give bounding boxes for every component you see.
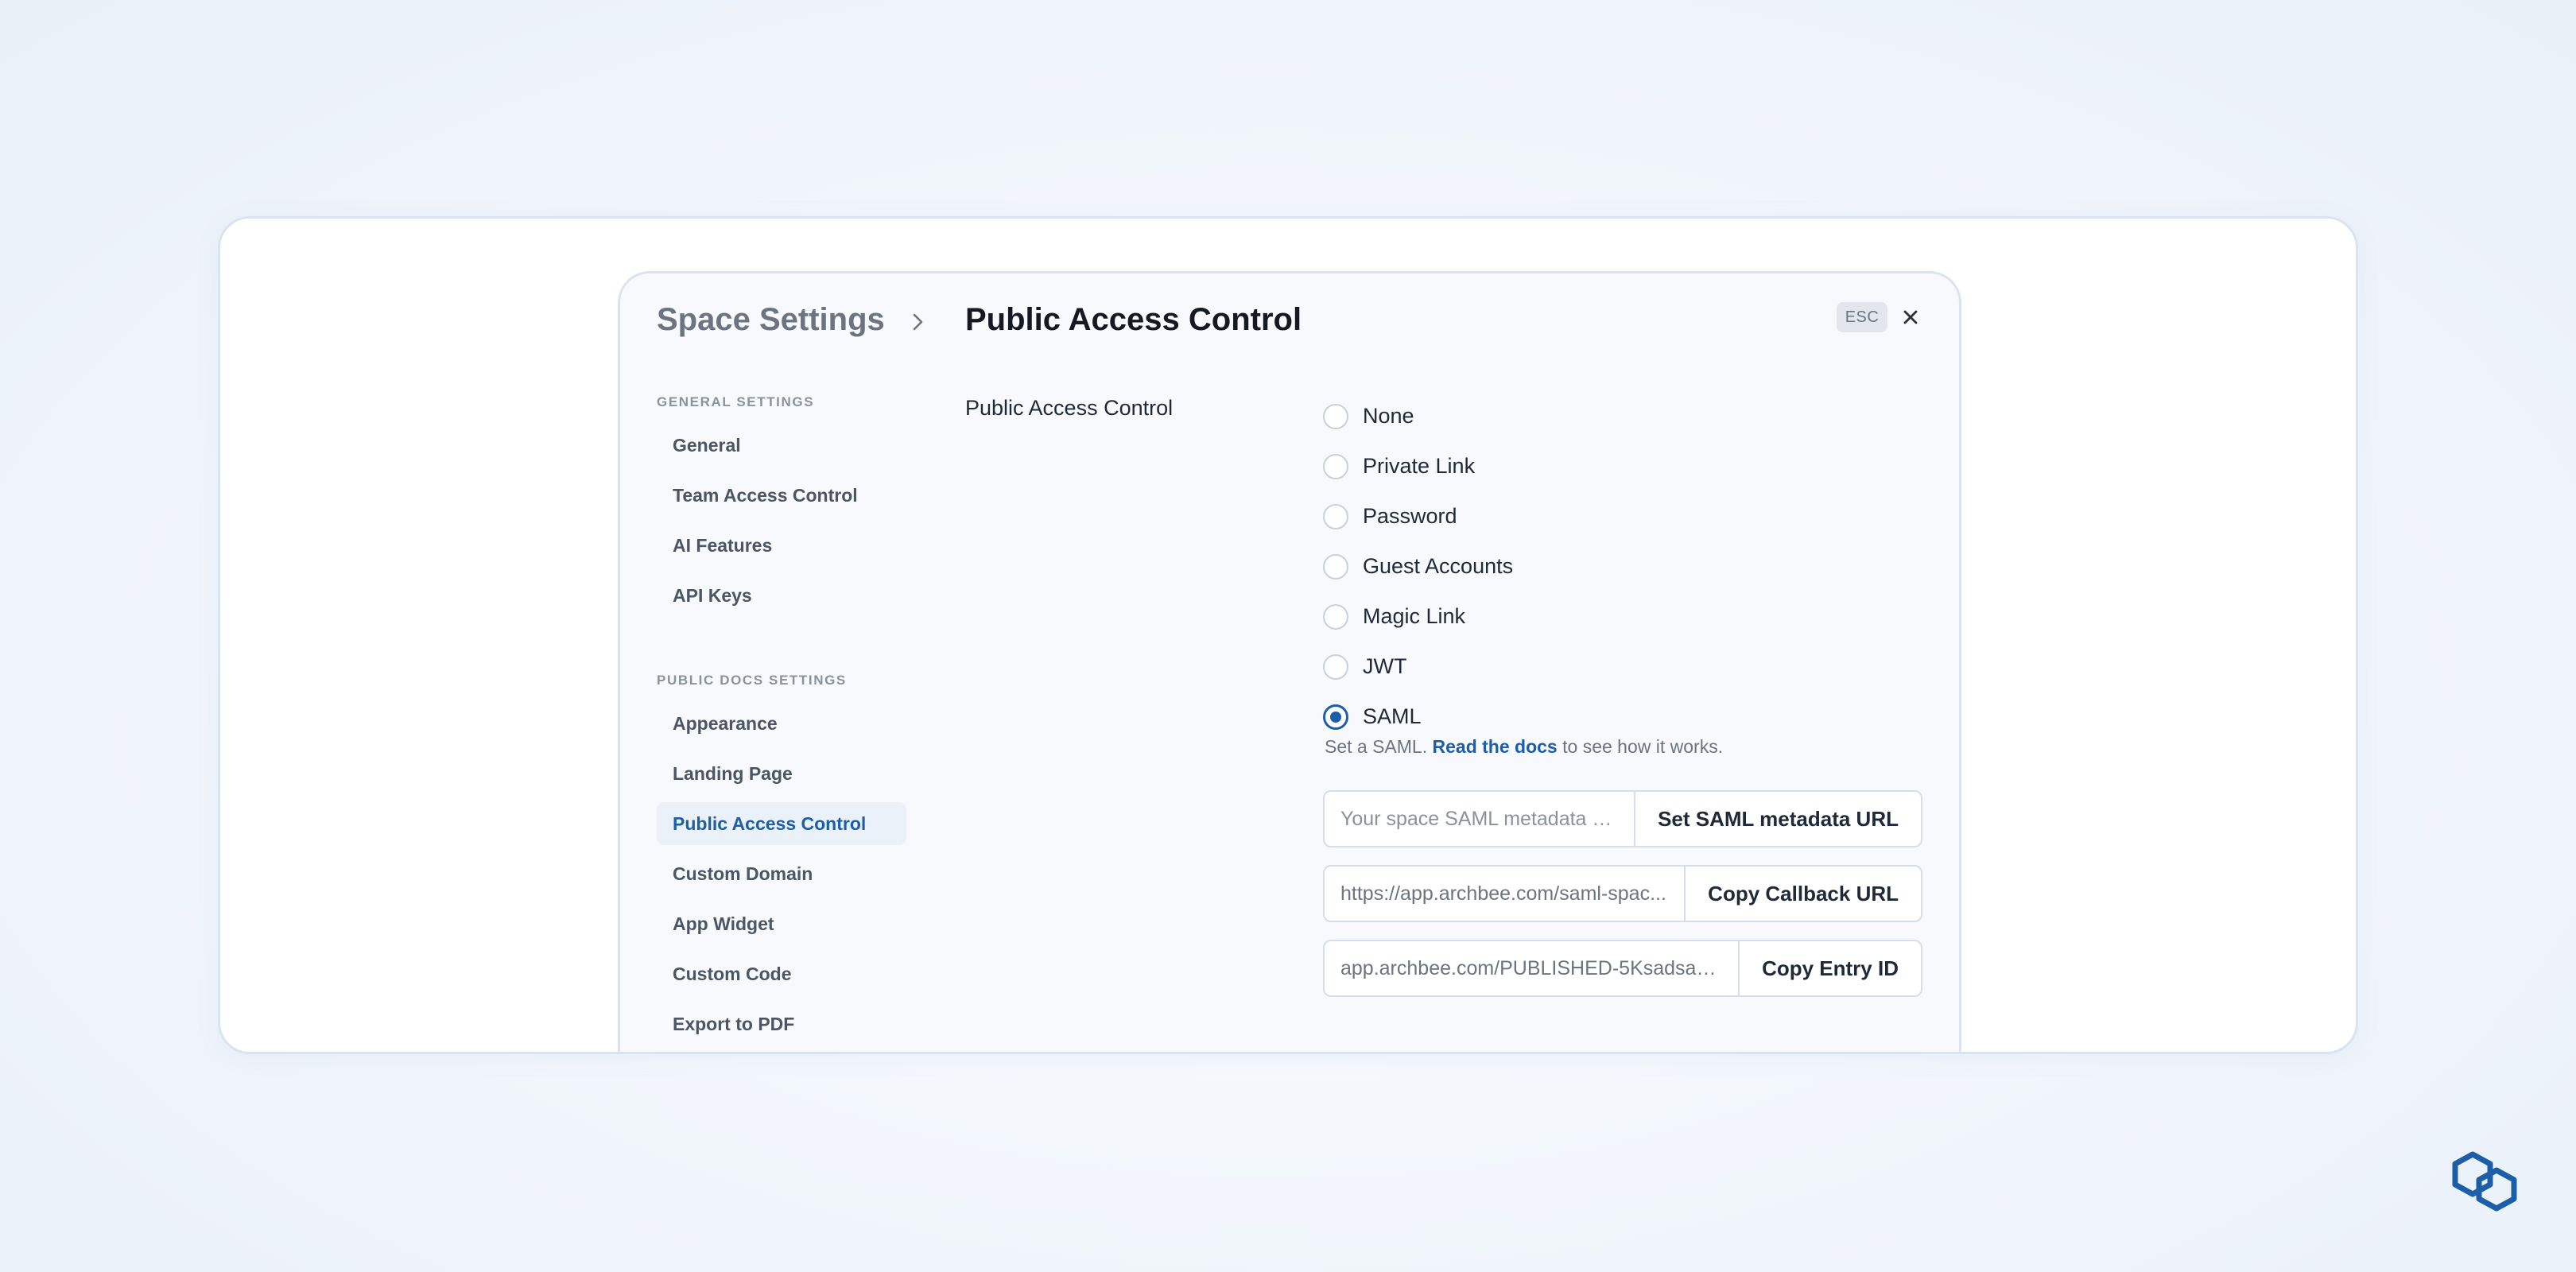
breadcrumb-parent[interactable]: Space Settings bbox=[657, 302, 885, 338]
hint-suffix: to see how it works. bbox=[1562, 736, 1724, 757]
radio-button[interactable] bbox=[1323, 403, 1348, 429]
radio-button[interactable] bbox=[1323, 503, 1348, 529]
sidebar-item-general[interactable]: General bbox=[657, 424, 906, 467]
copy-callback-url-button[interactable]: Copy Callback URL bbox=[1684, 867, 1921, 921]
radio-label: Magic Link bbox=[1363, 604, 1466, 628]
radio-option-private-link[interactable]: Private Link bbox=[1323, 441, 1513, 491]
app-frame: Space Settings Public Access Control ESC… bbox=[218, 216, 2358, 1054]
read-the-docs-link[interactable]: Read the docs bbox=[1433, 736, 1558, 757]
copy-entry-id-button[interactable]: Copy Entry ID bbox=[1738, 941, 1921, 995]
radio-label: Guest Accounts bbox=[1363, 554, 1514, 578]
radio-button[interactable] bbox=[1323, 653, 1348, 680]
saml-metadata-input[interactable] bbox=[1325, 792, 1635, 846]
callback-url-group: Copy Callback URL bbox=[1323, 865, 1922, 922]
field-label-public-access-control: Public Access Control bbox=[965, 396, 1174, 420]
radio-button[interactable] bbox=[1323, 453, 1348, 479]
radio-option-guest-accounts[interactable]: Guest Accounts bbox=[1323, 541, 1513, 591]
archbee-logo-icon bbox=[2452, 1151, 2517, 1212]
radio-option-saml[interactable]: SAML bbox=[1323, 692, 1513, 742]
sidebar-item-app-widget[interactable]: App Widget bbox=[657, 902, 906, 945]
radio-button[interactable] bbox=[1323, 704, 1348, 730]
sidebar-item-api-keys[interactable]: API Keys bbox=[657, 574, 906, 617]
radio-label: Password bbox=[1363, 504, 1457, 528]
sidebar-item-landing-page[interactable]: Landing Page bbox=[657, 752, 906, 795]
radio-button[interactable] bbox=[1323, 553, 1348, 580]
radio-label: SAML bbox=[1363, 704, 1422, 728]
sidebar-item-ai-features[interactable]: AI Features bbox=[657, 524, 906, 567]
sidebar-item-appearance[interactable]: Appearance bbox=[657, 702, 906, 745]
entry-id-input[interactable] bbox=[1325, 941, 1739, 995]
radio-label: None bbox=[1363, 404, 1414, 428]
sidebar-item-public-access-control[interactable]: Public Access Control bbox=[657, 802, 906, 845]
set-saml-metadata-button[interactable]: Set SAML metadata URL bbox=[1634, 792, 1921, 846]
close-button[interactable] bbox=[1897, 304, 1924, 331]
radio-option-none[interactable]: None bbox=[1323, 391, 1513, 441]
radio-option-jwt[interactable]: JWT bbox=[1323, 642, 1513, 692]
esc-key-badge: ESC bbox=[1837, 302, 1887, 332]
saml-hint: Set a SAML. Read the docs to see how it … bbox=[1325, 736, 1723, 758]
radio-option-password[interactable]: Password bbox=[1323, 491, 1513, 541]
section-label-general: GENERAL SETTINGS bbox=[657, 394, 815, 409]
access-radio-group: None Private Link Password Guest Account… bbox=[1323, 391, 1513, 742]
sidebar-item-team-access-control[interactable]: Team Access Control bbox=[657, 474, 906, 517]
section-label-public-docs: PUBLIC DOCS SETTINGS bbox=[657, 673, 847, 688]
sidebar-item-custom-domain[interactable]: Custom Domain bbox=[657, 852, 906, 895]
radio-label: Private Link bbox=[1363, 454, 1476, 478]
callback-url-input[interactable] bbox=[1325, 867, 1685, 921]
hint-prefix: Set a SAML. bbox=[1325, 736, 1428, 757]
sidebar-item-export-to-pdf[interactable]: Export to PDF bbox=[657, 1002, 906, 1045]
saml-metadata-group: Set SAML metadata URL bbox=[1323, 790, 1922, 847]
radio-button[interactable] bbox=[1323, 603, 1348, 630]
page-title: Public Access Control bbox=[965, 302, 1302, 337]
sidebar-item-custom-code[interactable]: Custom Code bbox=[657, 952, 906, 995]
close-icon bbox=[1903, 310, 1918, 324]
radio-option-magic-link[interactable]: Magic Link bbox=[1323, 591, 1513, 642]
radio-label: JWT bbox=[1363, 654, 1407, 678]
settings-sidebar: GENERAL SETTINGS General Team Access Con… bbox=[657, 394, 911, 1045]
entry-id-group: Copy Entry ID bbox=[1323, 940, 1922, 997]
chevron-right-icon bbox=[913, 313, 923, 331]
settings-modal: Space Settings Public Access Control ESC… bbox=[618, 271, 1961, 1052]
